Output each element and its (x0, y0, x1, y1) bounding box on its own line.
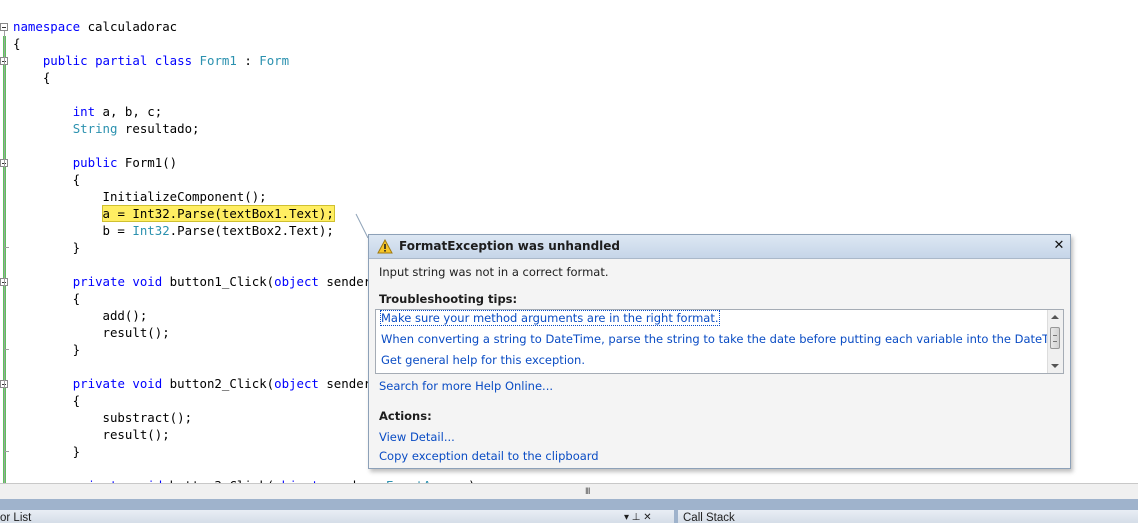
tip-link-datetime[interactable]: When converting a string to DateTime, pa… (381, 332, 1063, 346)
troubleshooting-tips-heading: Troubleshooting tips: (379, 292, 518, 306)
tip-link-method-arguments[interactable]: Make sure your method arguments are in t… (380, 310, 720, 326)
warning-icon (377, 239, 393, 254)
exception-assistant: FormatException was unhandled ✕ Input st… (368, 234, 1071, 469)
scroll-down-icon[interactable] (1051, 364, 1059, 368)
search-help-online-link[interactable]: Search for more Help Online... (379, 379, 553, 393)
tips-scrollbar[interactable] (1047, 310, 1063, 373)
call-stack-tab[interactable]: Call Stack (678, 510, 1138, 523)
scroll-up-icon[interactable] (1051, 315, 1059, 319)
view-detail-link[interactable]: View Detail... (379, 430, 455, 444)
scroll-thumb[interactable] (1050, 327, 1060, 349)
exception-title: FormatException was unhandled (399, 239, 621, 253)
call-stack-title: Call Stack (683, 512, 735, 523)
panel-splitter[interactable] (0, 499, 1138, 510)
window-pin-icons[interactable]: ▾ ⊥ ✕ (624, 510, 652, 523)
copy-exception-link[interactable]: Copy exception detail to the clipboard (379, 449, 599, 463)
close-icon[interactable]: ✕ (1052, 237, 1066, 255)
error-list-title: or List (0, 512, 32, 523)
scroll-grip-icon[interactable]: III (585, 486, 590, 496)
tip-link-general-help[interactable]: Get general help for this exception. (381, 353, 585, 367)
editor-horizontal-scrollbar[interactable]: III (0, 483, 1138, 499)
exception-header: FormatException was unhandled ✕ (369, 235, 1070, 259)
troubleshooting-tips-list[interactable]: Make sure your method arguments are in t… (375, 309, 1064, 374)
error-list-tab[interactable]: or List ▾ ⊥ ✕ (0, 510, 674, 523)
actions-heading: Actions: (379, 409, 432, 423)
exception-message: Input string was not in a correct format… (379, 265, 609, 279)
